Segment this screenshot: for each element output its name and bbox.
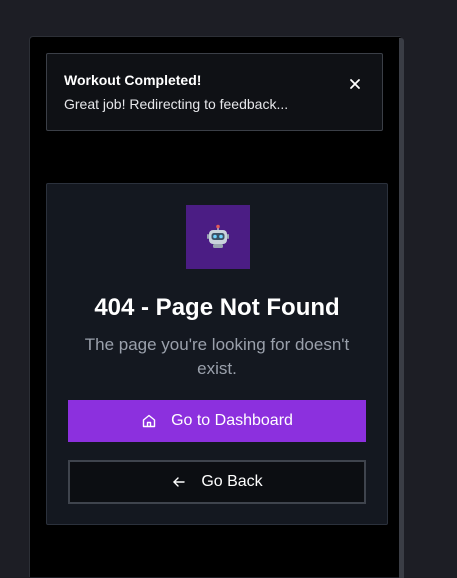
go-back-label: Go Back xyxy=(201,473,263,490)
not-found-card: 404 - Page Not Found The page you're loo… xyxy=(46,183,388,525)
go-back-button[interactable]: Go Back xyxy=(68,460,366,504)
close-icon[interactable] xyxy=(348,77,362,91)
robot-icon xyxy=(207,224,229,248)
arrow-left-icon xyxy=(171,474,187,490)
go-to-dashboard-label: Go to Dashboard xyxy=(171,412,293,429)
home-icon xyxy=(141,413,157,429)
toast-title: Workout Completed! xyxy=(64,72,202,88)
scrollbar[interactable] xyxy=(399,38,404,578)
robot-avatar xyxy=(186,205,250,269)
go-to-dashboard-button[interactable]: Go to Dashboard xyxy=(68,400,366,442)
toast-message: Great job! Redirecting to feedback... xyxy=(64,96,289,112)
toast-notification: Workout Completed! Great job! Redirectin… xyxy=(46,53,383,131)
page-title: 404 - Page Not Found xyxy=(94,294,340,321)
error-description: The page you're looking for doesn't exis… xyxy=(84,335,350,378)
